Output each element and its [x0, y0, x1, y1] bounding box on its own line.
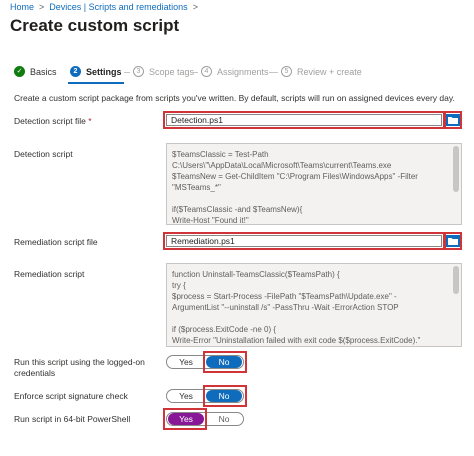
step-label: Settings — [86, 66, 122, 77]
detection-file-input[interactable]: Detection.ps1 — [166, 114, 442, 126]
step-label: Scope tags — [149, 66, 195, 77]
page-title: Create custom script — [10, 16, 180, 35]
folder-icon[interactable] — [446, 235, 460, 247]
breadcrumb: Home > Devices | Scripts and remediations > — [10, 2, 203, 12]
step-assignments[interactable]: 4 Assignments — [201, 66, 269, 77]
checkmark-icon: ✓ — [14, 66, 25, 77]
remediation-file-input[interactable]: Remediation.ps1 — [166, 235, 442, 247]
wizard-steps: ✓ Basics 2 Settings 3 Scope tags 4 Assig… — [14, 66, 464, 82]
step-basics[interactable]: ✓ Basics — [14, 66, 57, 77]
detection-file-label: Detection script file * — [14, 116, 92, 126]
logged-on-yes-option[interactable]: Yes — [168, 356, 204, 368]
step-number: 4 — [201, 66, 212, 77]
detection-script-label: Detection script — [14, 149, 73, 159]
detection-script-textarea[interactable]: $TeamsClassic = Test-Path C:\Users\"\App… — [166, 143, 462, 225]
step-settings[interactable]: 2 Settings — [70, 66, 122, 77]
breadcrumb-home-link[interactable]: Home — [10, 2, 34, 12]
breadcrumb-separator-icon: > — [39, 2, 45, 12]
step-number: 3 — [133, 66, 144, 77]
logged-on-highlight — [203, 351, 247, 373]
powershell64-highlight — [163, 408, 207, 430]
step-connector — [124, 72, 130, 73]
detection-scrollbar[interactable] — [453, 146, 459, 192]
remediation-file-label: Remediation script file — [14, 237, 98, 247]
step-connector — [269, 72, 278, 73]
remediation-script-textarea[interactable]: function Uninstall-TeamsClassic($TeamsPa… — [166, 263, 462, 347]
powershell64-no-option[interactable]: No — [206, 413, 242, 425]
step-scope-tags[interactable]: 3 Scope tags — [133, 66, 194, 77]
intro-text: Create a custom script package from scri… — [14, 93, 455, 103]
signature-yes-option[interactable]: Yes — [168, 390, 204, 402]
remediation-scrollbar[interactable] — [453, 266, 459, 294]
required-marker: * — [88, 116, 92, 126]
step-connector — [192, 72, 198, 73]
remediation-script-label: Remediation script — [14, 269, 85, 279]
step-review-create[interactable]: 5 Review + create — [281, 66, 362, 77]
step-label: Basics — [30, 66, 57, 77]
step-label: Assignments — [217, 66, 269, 77]
signature-highlight — [203, 385, 247, 407]
active-step-underline — [68, 82, 124, 84]
step-label: Review + create — [297, 66, 362, 77]
logged-on-label: Run this script using the logged-on cred… — [14, 357, 145, 378]
signature-label: Enforce script signature check — [14, 391, 128, 401]
step-number: 2 — [70, 66, 81, 77]
folder-icon[interactable] — [446, 114, 460, 126]
more-options-icon[interactable]: ... — [158, 18, 172, 33]
powershell64-label: Run script in 64-bit PowerShell — [14, 414, 131, 424]
step-number: 5 — [281, 66, 292, 77]
breadcrumb-scripts-link[interactable]: Devices | Scripts and remediations — [49, 2, 187, 12]
breadcrumb-separator-icon: > — [192, 2, 198, 12]
